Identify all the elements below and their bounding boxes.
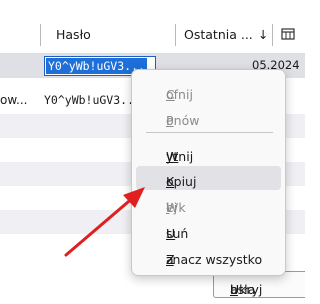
context-menu: Cofnij Ponów Wytnij Kopiuj Wk l ej Usuń Za… (131, 69, 286, 276)
table-columns-icon[interactable] (281, 27, 295, 41)
menu-item-paste[interactable]: Wk l ej (136, 192, 281, 216)
password-cell: Y0^yWb!uGV3... (44, 93, 141, 107)
menu-item-redo[interactable]: Ponów (136, 105, 281, 129)
table-header: Hasło Ostatnia ... ↓ (0, 16, 305, 54)
column-header-password[interactable]: Hasło (56, 27, 91, 42)
column-separator[interactable] (272, 24, 273, 46)
menu-item-delete[interactable]: Usuń (136, 218, 281, 242)
menu-separator (146, 132, 273, 133)
site-cell: ow... (0, 93, 28, 107)
top-strip (0, 0, 305, 16)
column-separator[interactable] (40, 24, 41, 46)
menu-item-undo[interactable]: Cofnij (136, 79, 281, 103)
column-separator[interactable] (175, 24, 176, 46)
menu-item-select-all[interactable]: Za znacz wszystko (136, 244, 281, 268)
menu-item-copy[interactable]: Kopiuj (136, 166, 281, 190)
sort-indicator: ↓ (258, 27, 269, 42)
menu-item-cut[interactable]: Wytnij (136, 141, 281, 165)
column-header-last-changed[interactable]: Ostatnia ... (184, 27, 253, 42)
